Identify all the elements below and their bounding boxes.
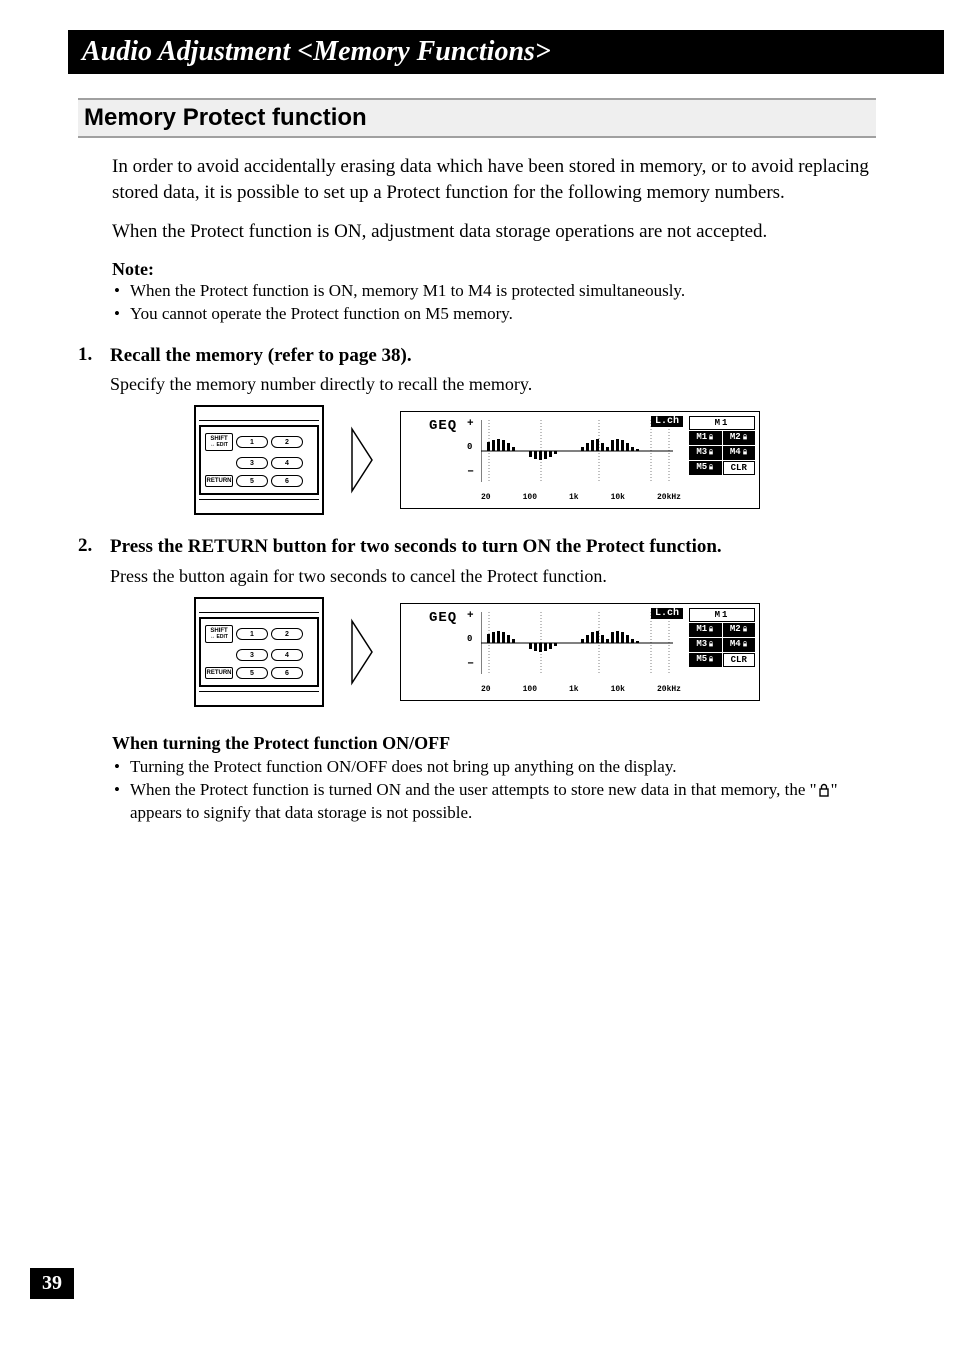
- memory-cell-m4: M4: [723, 446, 756, 460]
- note-title: Note:: [112, 259, 876, 280]
- step-2: 2. Press the RETURN button for two secon…: [78, 535, 876, 587]
- memory-cell-m1: M1: [689, 623, 722, 637]
- memory-grid: M1 M1 M2 M3 M4 M5 CLR: [689, 416, 755, 475]
- onoff-block: When turning the Protect function ON/OFF…: [112, 733, 876, 825]
- lock-icon: [817, 781, 831, 795]
- lcd-geq-label: GEQ: [429, 610, 457, 626]
- shift-button: SHIFT↔ EDIT: [205, 625, 233, 643]
- onoff-item: Turning the Protect function ON/OFF does…: [112, 756, 876, 779]
- chapter-banner: Audio Adjustment <Memory Functions>: [68, 30, 944, 74]
- keypad-device: SHIFT↔ EDIT 1 2 3 4 RETURN 5 6: [194, 405, 324, 515]
- keypad-button-5: 5: [236, 475, 268, 487]
- equalizer-graph: [481, 420, 673, 482]
- keypad-button-1: 1: [236, 628, 268, 640]
- step-number: 1.: [78, 344, 110, 366]
- keypad-button-6: 6: [271, 667, 303, 679]
- memory-grid: M1 M1 M2 M3 M4 M5 CLR: [689, 608, 755, 667]
- memory-cell-clr: CLR: [723, 653, 756, 667]
- note-item: When the Protect function is ON, memory …: [112, 280, 876, 303]
- intro-paragraph-1: In order to avoid accidentally erasing d…: [112, 154, 876, 205]
- lock-icon: [742, 449, 748, 455]
- memory-cell-m3: M3: [689, 446, 722, 460]
- keypad-button-2: 2: [271, 436, 303, 448]
- onoff-title: When turning the Protect function ON/OFF: [112, 733, 876, 754]
- lock-icon: [708, 434, 714, 440]
- lock-icon: [708, 464, 714, 470]
- return-button: RETURN: [205, 667, 233, 679]
- step-1: 1. Recall the memory (refer to page 38).…: [78, 344, 876, 396]
- keypad-button-4: 4: [271, 649, 303, 661]
- keypad-device: SHIFT↔ EDIT 1 2 3 4 RETURN 5 6: [194, 597, 324, 707]
- shift-button: SHIFT↔ EDIT: [205, 433, 233, 451]
- onoff-item: When the Protect function is turned ON a…: [112, 779, 876, 825]
- page-number: 39: [30, 1268, 74, 1299]
- lcd-x-axis: 201001k10k20kHz: [481, 493, 681, 502]
- keypad-button-5: 5: [236, 667, 268, 679]
- memory-cell-m2: M2: [723, 623, 756, 637]
- step-number: 2.: [78, 535, 110, 557]
- lcd-y-minus: –: [467, 656, 474, 670]
- lcd-y-plus: +: [467, 418, 474, 430]
- lcd-x-axis: 201001k10k20kHz: [481, 685, 681, 694]
- lock-icon: [742, 641, 748, 647]
- lcd-channel-label: L.ch: [651, 416, 683, 427]
- lcd-y-plus: +: [467, 610, 474, 622]
- lcd-geq-label: GEQ: [429, 418, 457, 434]
- memory-cell-m1: M1: [689, 431, 722, 445]
- figure-row-1: SHIFT↔ EDIT 1 2 3 4 RETURN 5 6: [78, 405, 876, 515]
- arrow-icon: [348, 425, 376, 495]
- equalizer-graph: [481, 612, 673, 674]
- memory-cell-m5: M5: [689, 653, 722, 667]
- figure-row-2: SHIFT↔ EDIT 1 2 3 4 RETURN 5 6: [78, 597, 876, 707]
- memory-selected: M1: [689, 608, 755, 622]
- memory-cell-m5: M5: [689, 461, 722, 475]
- lock-icon: [742, 626, 748, 632]
- keypad-button-2: 2: [271, 628, 303, 640]
- step-title: Recall the memory (refer to page 38).: [110, 344, 412, 369]
- lock-icon: [708, 641, 714, 647]
- lcd-display: GEQ + 0 – 201001k10k20kHz: [400, 603, 760, 701]
- lcd-y-minus: –: [467, 464, 474, 478]
- section-heading: Memory Protect function: [78, 98, 876, 138]
- intro-paragraph-2: When the Protect function is ON, adjustm…: [112, 219, 876, 245]
- note-item: You cannot operate the Protect function …: [112, 303, 876, 326]
- keypad-button-6: 6: [271, 475, 303, 487]
- keypad-button-3: 3: [236, 457, 268, 469]
- lock-icon: [708, 449, 714, 455]
- return-button: RETURN: [205, 475, 233, 487]
- lcd-y-zero: 0: [467, 634, 472, 644]
- memory-cell-m4: M4: [723, 638, 756, 652]
- lcd-display: GEQ + 0 – 201001k10: [400, 411, 760, 509]
- lock-icon: [708, 656, 714, 662]
- lcd-y-zero: 0: [467, 442, 472, 452]
- memory-cell-clr: CLR: [723, 461, 756, 475]
- keypad-button-3: 3: [236, 649, 268, 661]
- lcd-channel-label: L.ch: [651, 608, 683, 619]
- lock-icon: [742, 434, 748, 440]
- step-description: Press the button again for two seconds t…: [110, 566, 876, 587]
- note-block: Note: When the Protect function is ON, m…: [112, 259, 876, 326]
- lock-icon: [708, 626, 714, 632]
- arrow-icon: [348, 617, 376, 687]
- step-description: Specify the memory number directly to re…: [110, 374, 876, 395]
- memory-cell-m2: M2: [723, 431, 756, 445]
- keypad-button-1: 1: [236, 436, 268, 448]
- step-title: Press the RETURN button for two seconds …: [110, 535, 722, 560]
- memory-cell-m3: M3: [689, 638, 722, 652]
- memory-selected: M1: [689, 416, 755, 430]
- keypad-button-4: 4: [271, 457, 303, 469]
